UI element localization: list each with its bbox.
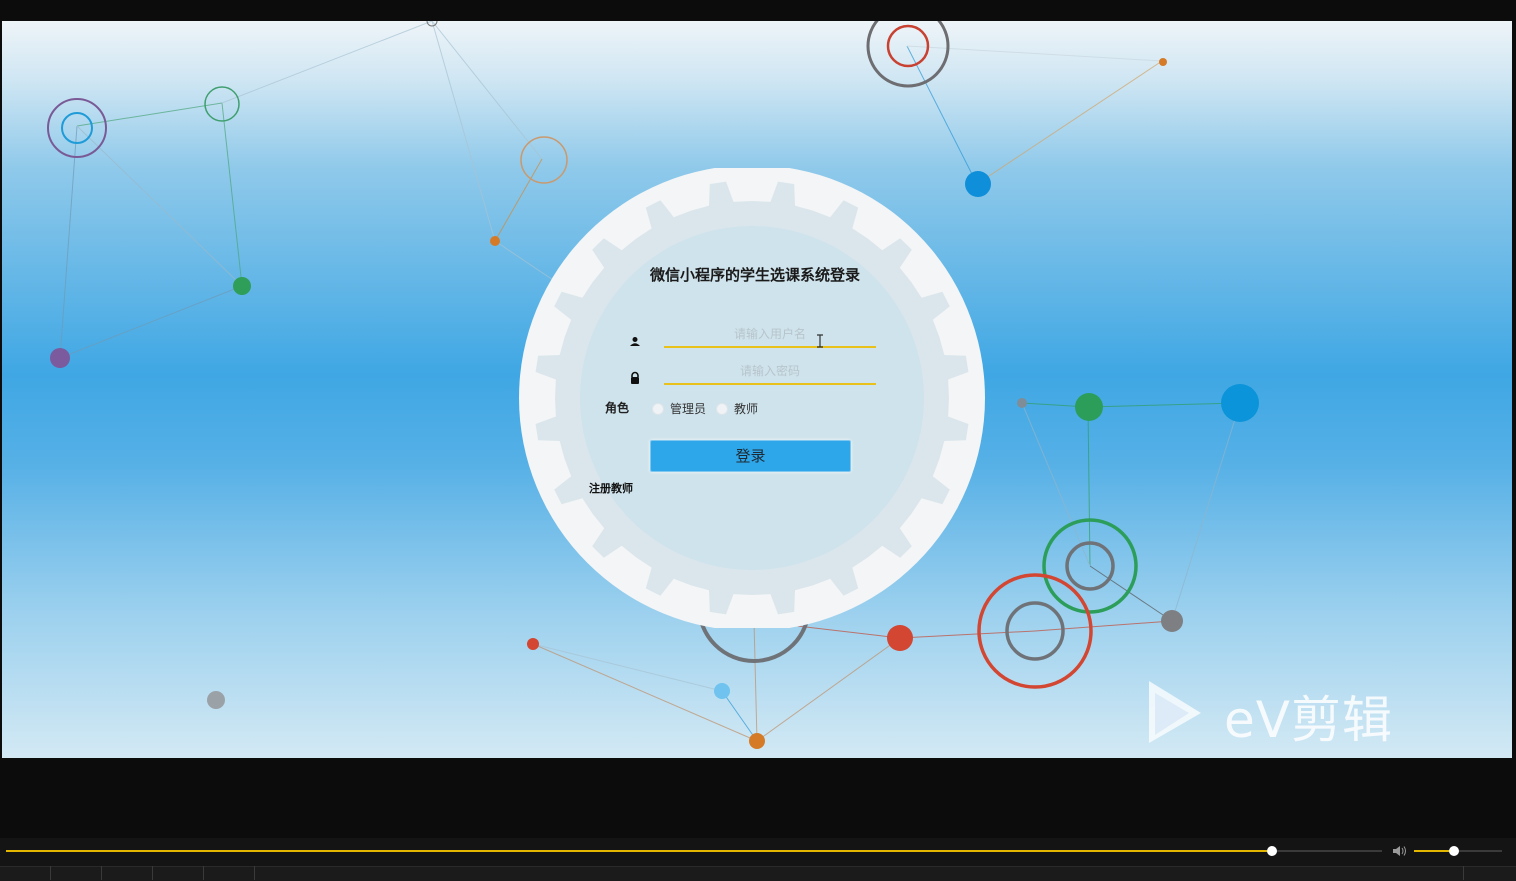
- role-radio-admin[interactable]: [652, 403, 664, 415]
- seek-handle[interactable]: [1266, 846, 1277, 856]
- volume-handle[interactable]: [1448, 846, 1459, 856]
- timeline-divider: [101, 866, 102, 880]
- timeline-divider: [1463, 866, 1464, 880]
- user-icon: [630, 337, 640, 346]
- role-radio-teacher[interactable]: [716, 403, 728, 415]
- video-frame: [2, 21, 1512, 758]
- lock-icon: [631, 371, 639, 384]
- timeline-divider: [50, 866, 51, 880]
- login-button[interactable]: 登录: [650, 440, 851, 472]
- volume-icon[interactable]: [1392, 844, 1408, 858]
- volume-level: [1414, 850, 1454, 852]
- login-title: 微信小程序的学生选课系统登录: [649, 266, 860, 284]
- text-cursor-icon: [817, 334, 823, 348]
- register-teacher-link[interactable]: 注册教师: [589, 480, 633, 496]
- timeline-divider: [203, 866, 204, 880]
- login-gear-panel: [519, 168, 985, 628]
- timeline-divider: [254, 866, 255, 880]
- timeline-segments: [0, 866, 1516, 881]
- watermark-text: eV剪辑: [1224, 691, 1393, 749]
- username-input[interactable]: [664, 322, 876, 348]
- role-option-teacher-label: 教师: [734, 402, 759, 416]
- timeline-divider: [152, 866, 153, 880]
- seek-progress: [6, 850, 1272, 852]
- password-input[interactable]: [664, 359, 876, 385]
- role-label: 角色: [605, 401, 630, 415]
- role-option-admin-label: 管理员: [670, 402, 707, 416]
